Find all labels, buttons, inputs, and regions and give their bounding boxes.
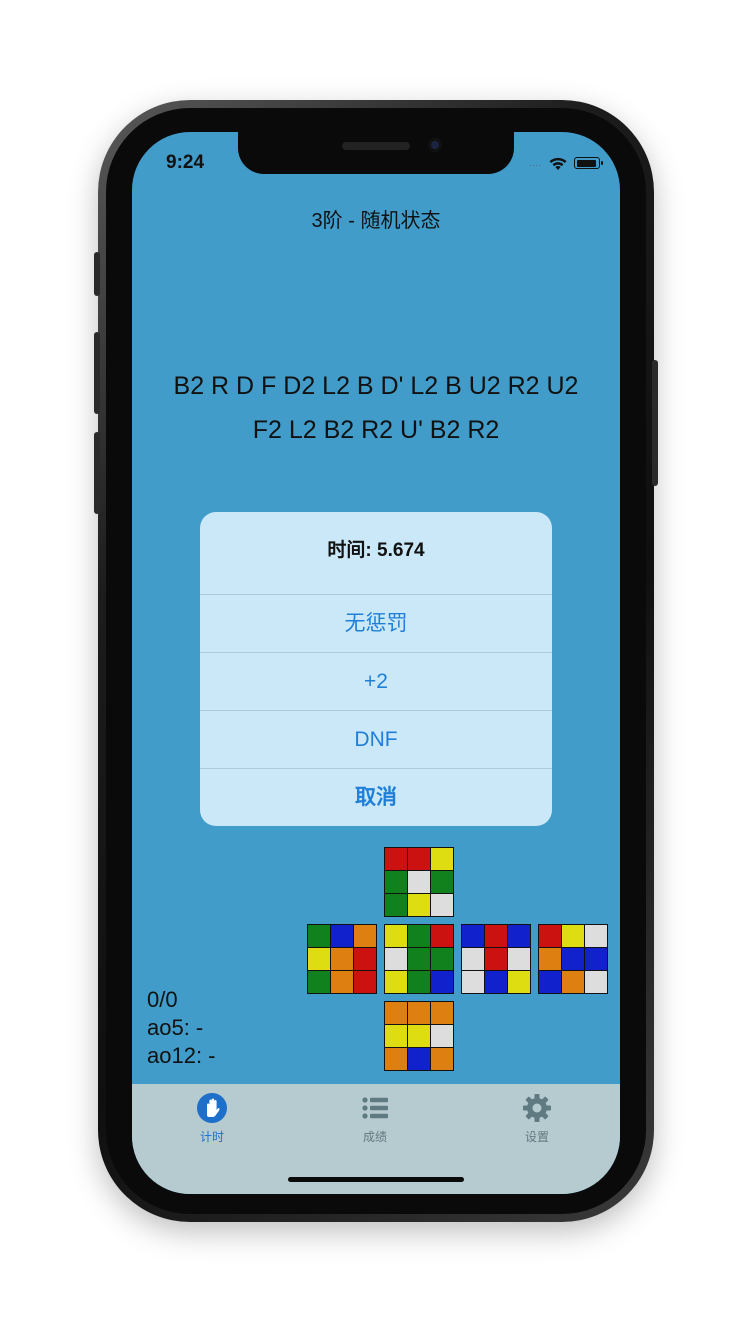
cube-sticker	[385, 1048, 407, 1070]
cube-sticker	[485, 948, 507, 970]
status-icons: ....	[529, 154, 603, 172]
no-penalty-button[interactable]: 无惩罚	[200, 595, 552, 653]
cube-sticker	[385, 971, 407, 993]
cube-face-left	[307, 924, 377, 994]
power-button	[652, 360, 658, 486]
cube-sticker	[431, 894, 453, 916]
cube-sticker	[562, 948, 584, 970]
cube-sticker	[385, 1025, 407, 1047]
cube-sticker	[331, 925, 353, 947]
cube-sticker	[585, 971, 607, 993]
tab-timer-label: 计时	[199, 1130, 224, 1144]
dnf-button[interactable]: DNF	[200, 711, 552, 769]
cube-sticker	[408, 1048, 430, 1070]
cube-sticker	[408, 848, 430, 870]
cube-sticker	[385, 1002, 407, 1024]
app-screen: 9:24 .... 3阶 - 随机状态 B2 R D F D2 L2 B D' …	[132, 132, 620, 1194]
ao12-stat: ao12: -	[147, 1043, 216, 1068]
cube-sticker	[408, 894, 430, 916]
cube-sticker	[462, 925, 484, 947]
cube-sticker	[485, 971, 507, 993]
front-camera	[428, 138, 442, 152]
cube-sticker	[562, 925, 584, 947]
cube-sticker	[431, 925, 453, 947]
cancel-button[interactable]: 取消	[200, 769, 552, 826]
cube-sticker	[539, 948, 561, 970]
wifi-icon	[549, 157, 567, 170]
cube-sticker	[408, 948, 430, 970]
cube-sticker	[508, 971, 530, 993]
mute-switch	[94, 252, 100, 296]
alert-title: 时间: 5.674	[200, 512, 552, 595]
cube-sticker	[431, 871, 453, 893]
hand-timer-icon	[197, 1093, 227, 1123]
cube-sticker	[431, 948, 453, 970]
cube-face-front	[384, 924, 454, 994]
cube-sticker	[385, 948, 407, 970]
battery-icon	[574, 157, 603, 169]
scramble-line-2: F2 L2 B2 R2 U' B2 R2	[252, 416, 500, 444]
volume-up-button	[94, 332, 100, 414]
cube-sticker	[431, 1048, 453, 1070]
tab-settings[interactable]: 设置	[487, 1092, 587, 1145]
tab-results-label: 成绩	[362, 1130, 387, 1144]
speaker-grill	[342, 142, 410, 150]
cube-sticker	[539, 971, 561, 993]
cube-sticker	[385, 848, 407, 870]
cube-sticker	[508, 948, 530, 970]
cube-sticker	[331, 948, 353, 970]
volume-down-button	[94, 432, 100, 514]
gear-icon	[523, 1094, 551, 1122]
notch	[238, 132, 514, 174]
tab-results[interactable]: 成绩	[325, 1092, 425, 1145]
cube-sticker	[408, 871, 430, 893]
cube-sticker	[331, 971, 353, 993]
status-time: 9:24	[166, 152, 205, 173]
tab-settings-label: 设置	[524, 1130, 549, 1144]
cube-sticker	[431, 1002, 453, 1024]
cube-sticker	[408, 925, 430, 947]
home-indicator[interactable]	[288, 1177, 464, 1182]
puzzle-title[interactable]: 3阶 - 随机状态	[132, 204, 620, 233]
cube-face-up	[384, 847, 454, 917]
cube-sticker	[408, 971, 430, 993]
cube-sticker	[385, 871, 407, 893]
cube-sticker	[431, 848, 453, 870]
cube-sticker	[462, 971, 484, 993]
tab-timer[interactable]: 计时	[162, 1092, 262, 1145]
list-icon	[362, 1097, 388, 1119]
cube-sticker	[508, 925, 530, 947]
cube-sticker	[585, 948, 607, 970]
cube-sticker	[431, 971, 453, 993]
cube-sticker	[354, 925, 376, 947]
scramble-text[interactable]: B2 R D F D2 L2 B D' L2 B U2 R2 U2 F2 L2 …	[148, 364, 604, 452]
penalty-alert: 时间: 5.674 无惩罚 +2 DNF 取消	[200, 512, 552, 826]
cube-sticker	[385, 894, 407, 916]
scramble-line-1: B2 R D F D2 L2 B D' L2 B U2 R2 U2	[173, 372, 579, 400]
cube-sticker	[408, 1002, 430, 1024]
cube-face-down	[384, 1001, 454, 1071]
cube-sticker	[562, 971, 584, 993]
cube-sticker	[308, 971, 330, 993]
solve-count: 0/0	[147, 987, 178, 1012]
cube-sticker	[485, 925, 507, 947]
cube-sticker	[408, 1025, 430, 1047]
cube-face-back	[538, 924, 608, 994]
cube-sticker	[308, 925, 330, 947]
cube-sticker	[585, 925, 607, 947]
plus-two-button[interactable]: +2	[200, 653, 552, 711]
ao5-stat: ao5: -	[147, 1015, 204, 1040]
cube-sticker	[539, 925, 561, 947]
stats-panel: 0/0 ao5: - ao12: -	[147, 986, 216, 1070]
signal-dots: ....	[529, 158, 542, 168]
cube-sticker	[354, 948, 376, 970]
cube-sticker	[354, 971, 376, 993]
tab-bar: 计时 成绩 设置	[132, 1084, 620, 1194]
cube-face-right	[461, 924, 531, 994]
cube-sticker	[385, 925, 407, 947]
cube-sticker	[431, 1025, 453, 1047]
cube-sticker	[462, 948, 484, 970]
cube-sticker	[308, 948, 330, 970]
